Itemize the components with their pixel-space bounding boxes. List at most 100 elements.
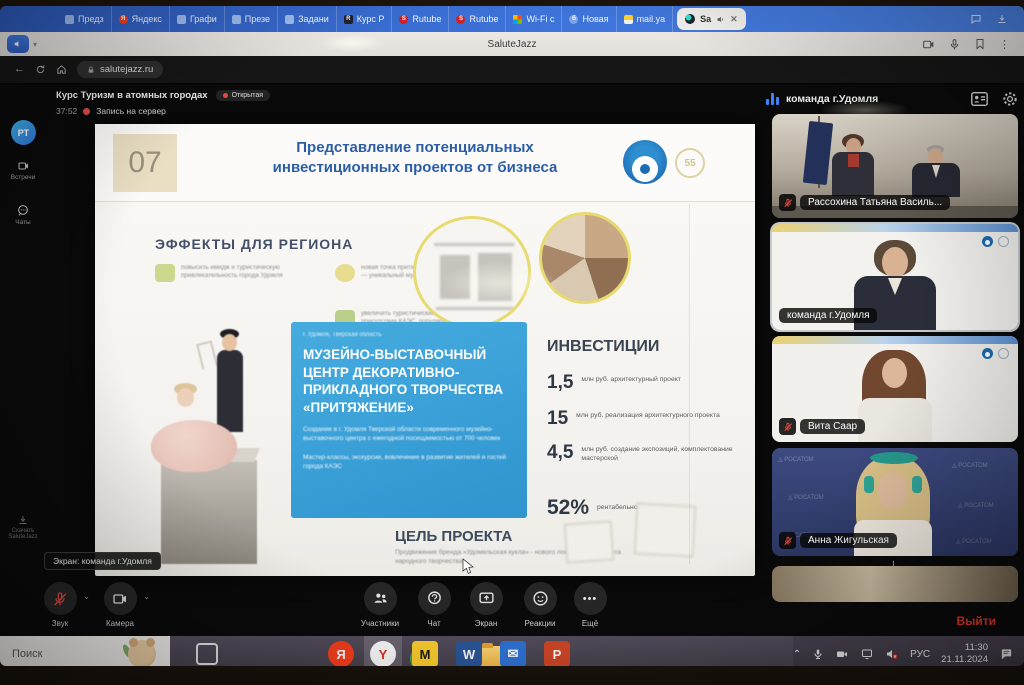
chat-icon (426, 590, 443, 607)
tray-mic-icon[interactable] (812, 648, 824, 660)
sidebar-item-chats[interactable]: Чаты (0, 204, 46, 226)
rosatom-mini-logo (982, 348, 993, 359)
home-icon[interactable] (56, 64, 67, 75)
camera-icon (112, 591, 128, 607)
more-dots-icon: ••• (583, 593, 598, 605)
tray-camera-icon[interactable] (835, 648, 849, 660)
browser-tab-strip: Предз ЯЯндекс Графи Презе Задани RКурс Р… (0, 6, 1024, 32)
speaker-bars-icon (766, 93, 779, 105)
browser-tab[interactable]: ЯЯндекс (112, 6, 170, 32)
site-icon (65, 15, 74, 24)
screen-share-button[interactable]: Экран (458, 582, 514, 628)
bookmark-icon[interactable] (974, 38, 986, 50)
mic-muted-icon (52, 591, 68, 607)
project-description: Создание в г. Удомля Тверской области со… (303, 426, 515, 444)
powerpoint-icon[interactable]: P (544, 641, 570, 666)
site-icon (285, 15, 294, 24)
mail-icon (624, 15, 633, 24)
reload-icon[interactable] (35, 64, 46, 75)
site-icon (177, 15, 186, 24)
participant-tile[interactable]: Рассохина Татьяна Василь... (772, 114, 1018, 218)
reactions-button[interactable]: Реакции (512, 582, 568, 628)
back-icon[interactable]: ← (14, 64, 25, 75)
menu-dots-icon[interactable]: ⋮ (999, 38, 1010, 51)
chat-panel-icon[interactable] (970, 13, 982, 25)
project-location: г. Удомля, Тверская область (303, 332, 515, 338)
window-title: SaluteJazz (0, 39, 1024, 50)
rutube-icon: S (399, 15, 408, 24)
camera-toggle-button[interactable]: ⌄ Камера (92, 582, 148, 628)
book-icon (155, 264, 175, 282)
participant-tile[interactable]: Вита Саар (772, 336, 1018, 442)
video-feed (772, 566, 1018, 602)
tab-close-icon[interactable]: ✕ (730, 14, 738, 25)
more-button[interactable]: ••• Ещё (562, 582, 618, 628)
browser-tab[interactable]: Задани (278, 6, 337, 32)
chevron-icon[interactable]: ⌄ (143, 592, 150, 601)
chat-button[interactable]: Чат (406, 582, 462, 628)
avatar[interactable]: РТ (11, 120, 36, 145)
tab-speaker-icon[interactable] (716, 15, 725, 24)
yandex-browser-icon[interactable]: Y (370, 641, 396, 666)
meeting-timer: 37:52 (56, 106, 77, 116)
speaker-muted-icon[interactable] (885, 648, 899, 660)
salutejazz-favicon (685, 14, 695, 24)
participant-name: команда г.Удомля (779, 308, 877, 323)
tray-chevron-up-icon[interactable]: ⌃ (793, 649, 801, 660)
participant-tile[interactable]: ◬ РОСАТОМ ◬ РОСАТОМ ◬ РОСАТОМ ◬ РОСАТОМ … (772, 448, 1018, 556)
active-speaker-header: команда г.Удомля (766, 86, 1018, 112)
word-icon[interactable]: W (456, 641, 482, 666)
participant-name: Анна Жигульская (800, 533, 897, 548)
mail-app-icon[interactable]: ✉ (500, 641, 526, 666)
screen-share-icon (478, 590, 495, 607)
mic-icon[interactable] (948, 38, 961, 51)
smiley-icon (532, 590, 549, 607)
windows-taskbar: Поиск Я Y M W ✉ P ⌃ РУС (0, 636, 1024, 666)
miro-icon[interactable]: M (412, 641, 438, 666)
browser-tab[interactable]: RКурс Р (337, 6, 393, 32)
browser-tab[interactable]: бНовая (562, 6, 616, 32)
participant-name: Рассохина Татьяна Василь... (800, 195, 950, 210)
recording-dot-icon (83, 108, 90, 115)
participant-tile-partial[interactable] (772, 566, 1018, 602)
taskbar-search[interactable]: Поиск (0, 636, 170, 666)
browser-tab[interactable]: Презе (225, 6, 278, 32)
recording-label: Запись на сервер (96, 106, 166, 116)
browser-tab[interactable]: Wi-Fi с (506, 6, 562, 32)
investment-item: 4,5 млн руб. создание экспозиций, компле… (547, 442, 737, 464)
address-bar[interactable]: salutejazz.ru (77, 61, 163, 78)
site-icon (232, 15, 241, 24)
camera-icon[interactable] (922, 38, 935, 51)
task-view-icon[interactable] (196, 643, 218, 665)
browser-tab[interactable]: Графи (170, 6, 225, 32)
browser-tab[interactable]: mail.ya (617, 6, 674, 32)
rutube-icon: S (456, 15, 465, 24)
chevron-icon[interactable]: ⌄ (83, 592, 90, 601)
project-name: МУЗЕЙНО-ВЫСТАВОЧНЫЙ ЦЕНТР ДЕКОРАТИВНО- П… (303, 346, 515, 416)
r-icon: R (344, 15, 353, 24)
participant-tile[interactable]: команда г.Удомля (772, 224, 1018, 330)
app-sidebar: РТ Встречи Чаты Скачать SaluteJazz (0, 84, 46, 636)
gear-icon[interactable] (1002, 91, 1018, 107)
notifications-icon[interactable] (999, 647, 1014, 661)
participants-button[interactable]: Участники (352, 582, 408, 628)
browser-tab-active-salutejazz[interactable]: Sa ✕ (677, 8, 746, 30)
meeting-access-badge: Открытая (216, 90, 270, 101)
chats-icon (16, 204, 30, 217)
mic-toggle-button[interactable]: ⌄ Звук (32, 582, 88, 628)
browser-tab[interactable]: SRutube (392, 6, 449, 32)
browser-tab[interactable]: SRutube (449, 6, 506, 32)
download-app-link[interactable]: Скачать SaluteJazz (0, 514, 46, 540)
yandex-icon[interactable]: Я (328, 641, 354, 666)
language-indicator[interactable]: РУС (910, 649, 930, 660)
meetings-camera-icon (16, 160, 31, 172)
tray-display-icon[interactable] (860, 648, 874, 660)
layout-panel-icon[interactable] (971, 92, 988, 106)
sidebar-item-meetings[interactable]: Встречи (0, 160, 46, 181)
system-tray: ⌃ РУС 11:30 21.11.2024 (793, 636, 1024, 666)
clock[interactable]: 11:30 21.11.2024 (941, 642, 988, 666)
downloads-icon[interactable] (996, 13, 1008, 25)
browser-tab[interactable]: Предз (58, 6, 112, 32)
leave-button[interactable]: Выйти (956, 614, 996, 628)
browser-title-bar: ▾ SaluteJazz ⋮ (0, 32, 1024, 56)
